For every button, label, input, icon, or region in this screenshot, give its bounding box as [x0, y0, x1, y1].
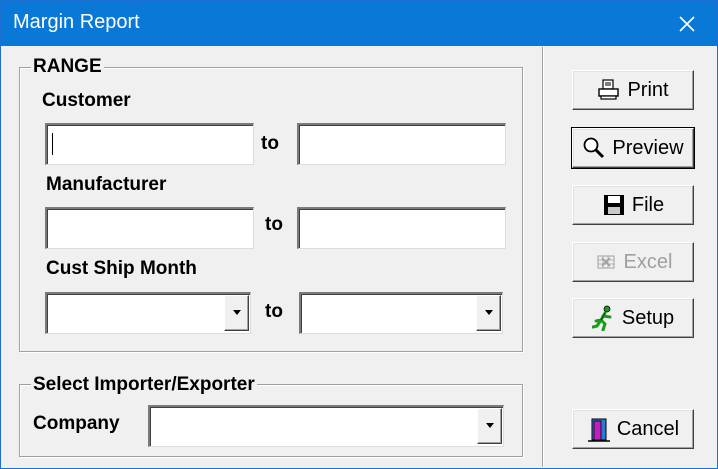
preview-button-label: Preview	[612, 136, 684, 159]
ship-month-to-label: to	[265, 301, 283, 322]
range-legend: RANGE	[31, 56, 104, 78]
excel-button[interactable]: Excel	[572, 242, 694, 282]
manufacturer-label: Manufacturer	[46, 174, 167, 195]
margin-report-dialog: Margin Report RANGE Customer to Manufact…	[0, 0, 718, 469]
close-icon	[679, 15, 695, 32]
company-select[interactable]	[148, 405, 504, 447]
file-button-label: File	[631, 193, 665, 216]
window-title: Margin Report	[13, 11, 140, 33]
setup-button-label: Setup	[621, 306, 675, 329]
exit-door-icon	[587, 417, 611, 442]
printer-icon	[597, 78, 621, 102]
customer-label: Customer	[42, 90, 131, 111]
print-button-label: Print	[627, 78, 669, 101]
file-button[interactable]: File	[572, 185, 694, 225]
customer-to-label: to	[261, 133, 279, 154]
manufacturer-to-field[interactable]	[297, 207, 506, 249]
chevron-down-icon	[232, 310, 241, 315]
customer-from-field[interactable]	[45, 123, 254, 165]
excel-icon	[594, 250, 618, 274]
ship-month-label: Cust Ship Month	[46, 258, 197, 279]
customer-to-field[interactable]	[297, 123, 506, 165]
excel-button-label: Excel	[623, 250, 673, 273]
company-label: Company	[33, 413, 120, 434]
magnifier-icon	[582, 136, 606, 160]
company-dropdown-button[interactable]	[477, 408, 502, 444]
cancel-button-label: Cancel	[616, 417, 680, 440]
cancel-button[interactable]: Cancel	[572, 409, 694, 449]
print-button[interactable]: Print	[572, 70, 694, 110]
chevron-down-icon	[485, 423, 494, 428]
preview-button[interactable]: Preview	[571, 127, 695, 169]
ship-month-from-dropdown-button[interactable]	[224, 295, 249, 331]
panel-divider	[542, 47, 544, 467]
running-man-icon	[591, 305, 616, 331]
text-caret	[52, 133, 53, 155]
close-button[interactable]	[657, 1, 717, 46]
chevron-down-icon	[484, 310, 493, 315]
importer-exporter-legend: Select Importer/Exporter	[31, 374, 257, 396]
setup-button[interactable]: Setup	[572, 298, 694, 338]
floppy-disk-icon	[602, 193, 626, 217]
title-bar[interactable]: Margin Report	[1, 1, 717, 46]
ship-month-from-select[interactable]	[45, 292, 251, 334]
ship-month-to-select[interactable]	[299, 292, 503, 334]
manufacturer-to-label: to	[265, 214, 283, 235]
manufacturer-from-field[interactable]	[45, 207, 254, 249]
ship-month-to-dropdown-button[interactable]	[476, 295, 501, 331]
